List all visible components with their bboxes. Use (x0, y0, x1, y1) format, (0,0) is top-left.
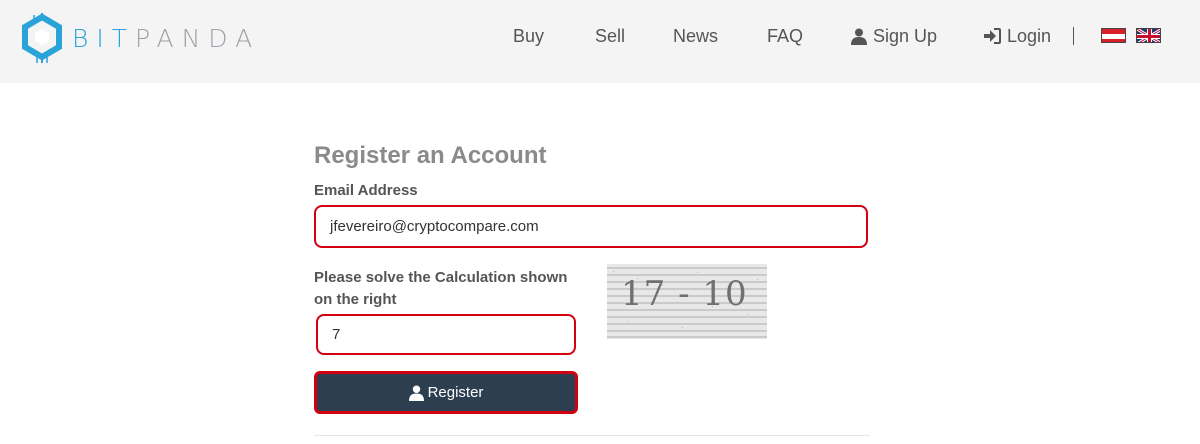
uk-flag-icon[interactable] (1136, 28, 1161, 43)
brand-bit: BIT (72, 23, 136, 53)
nav-signup-link[interactable]: Sign Up (851, 25, 937, 47)
captcha-label-line2: on the right (314, 291, 397, 308)
user-icon (851, 28, 867, 45)
captcha-answer-value: 7 (332, 326, 341, 343)
email-field-value: jfevereiro@cryptocompare.com (330, 218, 539, 235)
nav-sell-label: Sell (595, 25, 626, 46)
austria-flag-icon[interactable] (1101, 28, 1126, 43)
hexagon-logo-icon (22, 13, 62, 63)
register-button[interactable]: Register (314, 371, 578, 414)
page-title: Register an Account (314, 142, 547, 169)
brand-wordmark: BITPANDA (72, 24, 260, 53)
nav-buy-link[interactable]: Buy (513, 25, 544, 47)
nav-buy-label: Buy (513, 25, 545, 46)
login-icon (984, 28, 1001, 44)
captcha-text: 17 - 10 (621, 274, 748, 314)
register-button-label: Register (427, 384, 484, 401)
top-navbar: BITPANDA Buy Sell News FAQ Sign Up Login (0, 0, 1200, 83)
email-label: Email Address (314, 182, 418, 199)
nav-news-link[interactable]: News (673, 25, 718, 47)
captcha-label-line1: Please solve the Calculation shown (314, 269, 568, 286)
nav-faq-label: FAQ (767, 25, 804, 46)
captcha-label: Please solve the Calculation shown on th… (314, 267, 567, 311)
bitpanda-logo[interactable]: BITPANDA (20, 13, 260, 63)
form-divider (314, 435, 870, 436)
nav-news-label: News (673, 25, 719, 46)
nav-sell-link[interactable]: Sell (595, 25, 625, 47)
user-icon (408, 385, 424, 401)
email-field[interactable]: jfevereiro@cryptocompare.com (314, 205, 868, 248)
brand-panda: PANDA (135, 23, 261, 53)
nav-faq-link[interactable]: FAQ (767, 25, 803, 47)
nav-login-label: Login (1007, 25, 1052, 46)
nav-signup-label: Sign Up (873, 25, 938, 46)
captcha-image: 17 - 10 (607, 264, 767, 339)
captcha-answer-field[interactable]: 7 (316, 314, 576, 355)
nav-login-link[interactable]: Login (984, 25, 1051, 47)
nav-separator (1073, 27, 1074, 45)
